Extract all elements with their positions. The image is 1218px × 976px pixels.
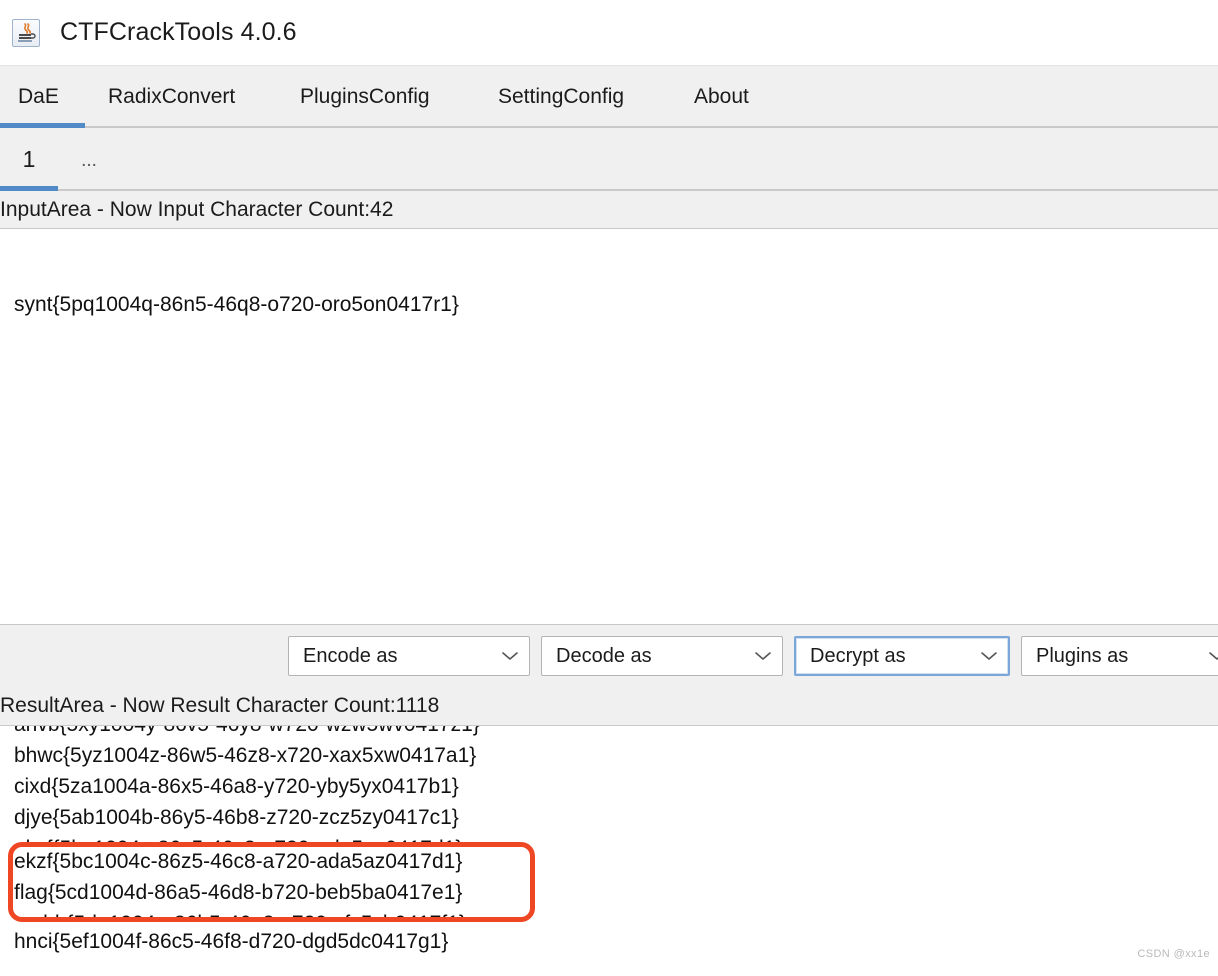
decode-as-label: Decode as [556,644,652,667]
sub-tab-more[interactable]: ... [58,128,120,191]
watermark: CSDN @xx1e [1137,948,1210,960]
highlighted-result-lines: ekzf{5bc1004c-86z5-46c8-a720-ada5az0417d… [14,850,466,917]
input-area-header: InputArea - Now Input Character Count:42 [0,191,1218,229]
result-area-header: ResultArea - Now Result Character Count:… [0,687,1218,726]
decrypt-as-label: Decrypt as [810,644,906,667]
operation-combo-bar: Encode as Decode as Decrypt as Plugins a… [0,624,1218,687]
decode-as-dropdown[interactable]: Decode as [541,636,783,676]
sub-tab-active-indicator [0,186,58,191]
sub-tab-baseline [0,189,1218,191]
java-coffee-cup-icon [12,18,40,47]
encode-as-dropdown[interactable]: Encode as [288,636,530,676]
plugins-as-dropdown[interactable]: Plugins as [1021,636,1218,676]
red-highlight-box-content: ekzf{5bc1004c-86z5-46c8-a720-ada5az0417d… [13,847,530,917]
menu-tab-dae[interactable]: DaE [18,66,59,128]
chevron-down-icon [1208,651,1218,661]
decrypt-as-dropdown[interactable]: Decrypt as [794,636,1010,676]
input-area-text: synt{5pq1004q-86n5-46q8-o720-oro5on0417r… [14,293,459,316]
title-bar: CTFCrackTools 4.0.6 [0,0,1218,66]
menu-tab-settingconfig[interactable]: SettingConfig [498,66,624,128]
input-area[interactable]: synt{5pq1004q-86n5-46q8-o720-oro5on0417r… [0,229,1218,624]
sub-tab-strip: 1 ... [0,128,1218,191]
encode-as-label: Encode as [303,644,398,667]
main-menu-tabs: DaE RadixConvert PluginsConfig SettingCo… [0,66,1218,128]
menu-tab-about[interactable]: About [694,66,749,128]
app-title: CTFCrackTools 4.0.6 [60,18,297,46]
chevron-down-icon [754,651,772,661]
result-area-text: ahvb{5xy1004y-86v5-46y8-w720-wzw5wv0417z… [14,726,480,953]
chevron-down-icon [980,651,998,661]
menu-tab-pluginsconfig[interactable]: PluginsConfig [300,66,430,128]
sub-tab-1[interactable]: 1 [0,128,58,191]
plugins-as-label: Plugins as [1036,644,1129,667]
chevron-down-icon [501,651,519,661]
menu-tab-radixconvert[interactable]: RadixConvert [108,66,235,128]
